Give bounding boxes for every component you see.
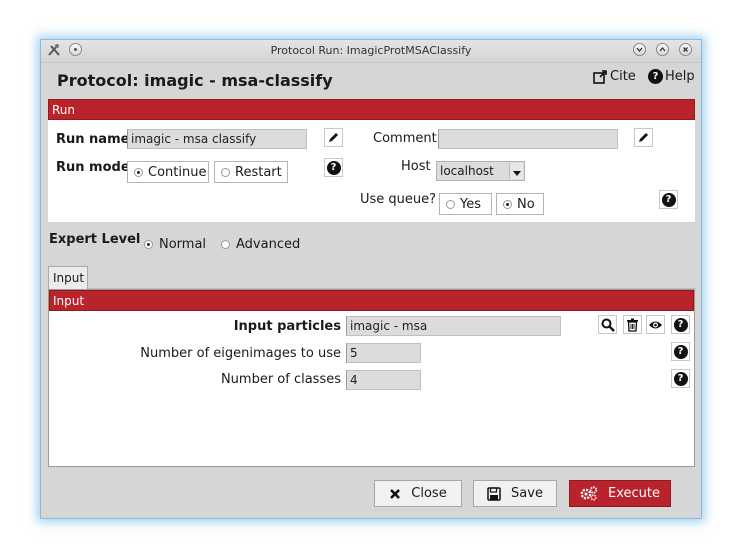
question-circle-icon: ? (673, 317, 688, 332)
input-particles-label: Input particles (233, 319, 341, 334)
run-mode-restart-option[interactable]: Restart (214, 161, 288, 183)
expert-level-normal-option[interactable]: Normal (144, 237, 206, 252)
cite-label: Cite (610, 69, 636, 84)
view-particles-button[interactable] (646, 315, 665, 334)
execute-button[interactable]: Execute (569, 480, 671, 507)
maximize-button[interactable] (656, 43, 669, 56)
run-mode-continue-option[interactable]: Continue (127, 161, 209, 183)
minimize-button[interactable] (633, 43, 646, 56)
classes-field[interactable]: 4 (346, 370, 421, 390)
comment-field[interactable] (438, 129, 618, 149)
floppy-icon (487, 486, 501, 501)
eigenimages-field[interactable]: 5 (346, 343, 421, 363)
run-mode-continue-radio[interactable] (134, 167, 143, 177)
run-name-label: Run name (56, 132, 130, 147)
save-button[interactable]: Save (473, 480, 557, 507)
search-icon (601, 318, 615, 332)
use-queue-label: Use queue? (360, 192, 437, 207)
expert-level-advanced-label: Advanced (236, 237, 301, 252)
input-section-header: Input (49, 290, 694, 311)
expert-level-normal-radio[interactable] (144, 240, 153, 249)
input-particles-field[interactable]: imagic - msa (346, 316, 561, 336)
close-button-label: Close (411, 486, 447, 501)
search-particles-button[interactable] (598, 315, 617, 334)
eigenimages-label: Number of eigenimages to use (140, 346, 341, 361)
pencil-icon (639, 133, 648, 142)
run-name-field[interactable]: imagic - msa classify (127, 129, 307, 149)
host-value: localhost (440, 164, 494, 178)
x-icon (390, 488, 401, 499)
chevron-up-icon (659, 46, 666, 52)
question-circle-icon: ? (673, 344, 688, 359)
classes-help-button[interactable]: ? (671, 369, 690, 388)
run-mode-help-button[interactable]: ? (324, 158, 343, 177)
expert-level-label: Expert Level (49, 232, 141, 247)
run-section-header: Run (48, 99, 695, 120)
gears-icon (580, 486, 598, 501)
clear-particles-button[interactable] (623, 315, 642, 334)
run-mode-restart-radio[interactable] (221, 167, 230, 177)
run-mode-restart-label: Restart (235, 164, 282, 180)
help-icon: ? (648, 69, 663, 84)
host-select[interactable]: localhost (436, 161, 525, 181)
comment-label: Comment (373, 131, 437, 146)
use-queue-no-radio[interactable] (503, 199, 512, 209)
expert-level-normal-label: Normal (159, 237, 207, 252)
help-label: Help (665, 69, 695, 84)
edit-comment-button[interactable] (634, 128, 653, 147)
save-button-label: Save (511, 486, 543, 501)
window-title: Protocol Run: ImagicProtMSAClassify (270, 44, 472, 57)
help-link[interactable]: ? Help (648, 69, 695, 84)
input-particles-help-button[interactable]: ? (671, 315, 690, 334)
edit-run-name-button[interactable] (324, 128, 343, 147)
host-label: Host (401, 159, 431, 174)
expert-level-advanced-option[interactable]: Advanced (221, 237, 300, 252)
use-queue-help-button[interactable]: ? (659, 190, 678, 209)
dropdown-arrow-icon (509, 163, 523, 179)
tab-input[interactable]: Input (48, 266, 88, 289)
window-titlebar[interactable]: Protocol Run: ImagicProtMSAClassify (41, 40, 701, 63)
cite-link[interactable]: Cite (593, 69, 636, 84)
external-link-icon (593, 69, 607, 84)
chevron-down-icon (636, 47, 643, 53)
trash-icon (627, 318, 638, 332)
question-circle-icon: ? (326, 160, 341, 175)
use-queue-no-option[interactable]: No (496, 193, 544, 215)
close-button[interactable]: Close (374, 480, 462, 507)
protocol-title: Protocol: imagic - msa-classify (57, 71, 333, 90)
execute-button-label: Execute (608, 486, 660, 501)
pencil-icon (329, 133, 338, 142)
protocol-window: Protocol Run: ImagicProtMSAClassify Prot… (40, 39, 702, 519)
expert-level-advanced-radio[interactable] (221, 240, 230, 249)
close-icon (683, 47, 688, 52)
use-queue-yes-radio[interactable] (446, 199, 455, 209)
use-queue-no-label: No (517, 196, 535, 212)
use-queue-yes-label: Yes (460, 196, 481, 212)
eigenimages-help-button[interactable]: ? (671, 342, 690, 361)
question-circle-icon: ? (673, 371, 688, 386)
question-circle-icon: ? (661, 192, 676, 207)
eye-icon (649, 321, 662, 328)
close-window-button[interactable] (679, 43, 692, 56)
use-queue-yes-option[interactable]: Yes (439, 193, 492, 215)
run-mode-label: Run mode (56, 160, 130, 175)
classes-label: Number of classes (220, 372, 341, 387)
run-mode-continue-label: Continue (148, 164, 207, 180)
